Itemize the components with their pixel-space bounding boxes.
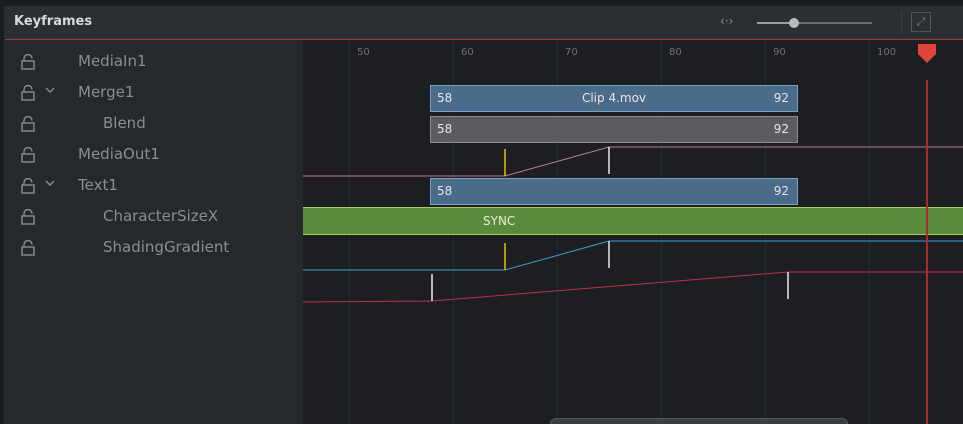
lock-icon[interactable] [21, 116, 35, 132]
tree-row-label: Blend [103, 114, 146, 132]
maximize-icon: ⤢ [916, 15, 926, 28]
tree-row-label: Merge1 [78, 83, 135, 101]
zoom-slider-thumb[interactable] [788, 18, 799, 28]
lock-icon[interactable] [21, 54, 35, 70]
header-divider [901, 12, 902, 34]
lock-icon[interactable] [21, 147, 35, 163]
curve-shadinggradient [303, 271, 963, 303]
curve-blend [303, 146, 963, 177]
tree-row-mediain1[interactable]: MediaIn1 [5, 46, 303, 76]
tree-row-charactersizex[interactable]: CharacterSizeX [5, 201, 303, 231]
tree-row-text1[interactable]: Text1 [5, 170, 303, 200]
panel-title: Keyframes [14, 14, 93, 29]
lock-icon[interactable] [21, 240, 35, 256]
lock-icon[interactable] [21, 209, 35, 225]
chevron-down-icon[interactable] [45, 178, 55, 188]
sync-label: SYNC [483, 214, 516, 228]
chevron-down-icon[interactable] [45, 85, 55, 95]
tree-row-merge1[interactable]: Merge1 [5, 77, 303, 107]
tree-row-shadinggradient[interactable]: ShadingGradient [5, 232, 303, 262]
zoom-slider[interactable] [757, 18, 872, 28]
keyframe-timeline[interactable]: 50 60 70 80 90 100 58 Clip 4.mov 92 58 9… [303, 40, 963, 424]
panel-header: Keyframes ‹·› ⤢ [5, 6, 963, 40]
keyframes-panel: Keyframes ‹·› ⤢ MediaIn1 Merge1 Blend Me… [4, 6, 963, 424]
tree-row-mediaout1[interactable]: MediaOut1 [5, 139, 303, 169]
tree-row-label: CharacterSizeX [103, 207, 219, 225]
lock-icon[interactable] [21, 85, 35, 101]
tree-row-label: ShadingGradient [103, 238, 230, 256]
horizontal-scrollbar-thumb[interactable] [550, 418, 848, 424]
tree-row-label: MediaOut1 [78, 145, 160, 163]
sync-bar[interactable]: SYNC [303, 207, 963, 235]
curve-charactersizex [303, 240, 963, 271]
playhead-handle[interactable] [916, 44, 938, 64]
fit-horizontal-icon[interactable]: ‹·› [720, 14, 733, 28]
maximize-button[interactable]: ⤢ [911, 12, 931, 32]
tree-row-label: Text1 [78, 176, 118, 194]
lock-icon[interactable] [21, 178, 35, 194]
track-tree: MediaIn1 Merge1 Blend MediaOut1 Text1 Ch… [5, 40, 303, 424]
tree-row-label: MediaIn1 [78, 52, 147, 70]
tree-row-blend[interactable]: Blend [5, 108, 303, 138]
playhead-line [926, 80, 928, 424]
